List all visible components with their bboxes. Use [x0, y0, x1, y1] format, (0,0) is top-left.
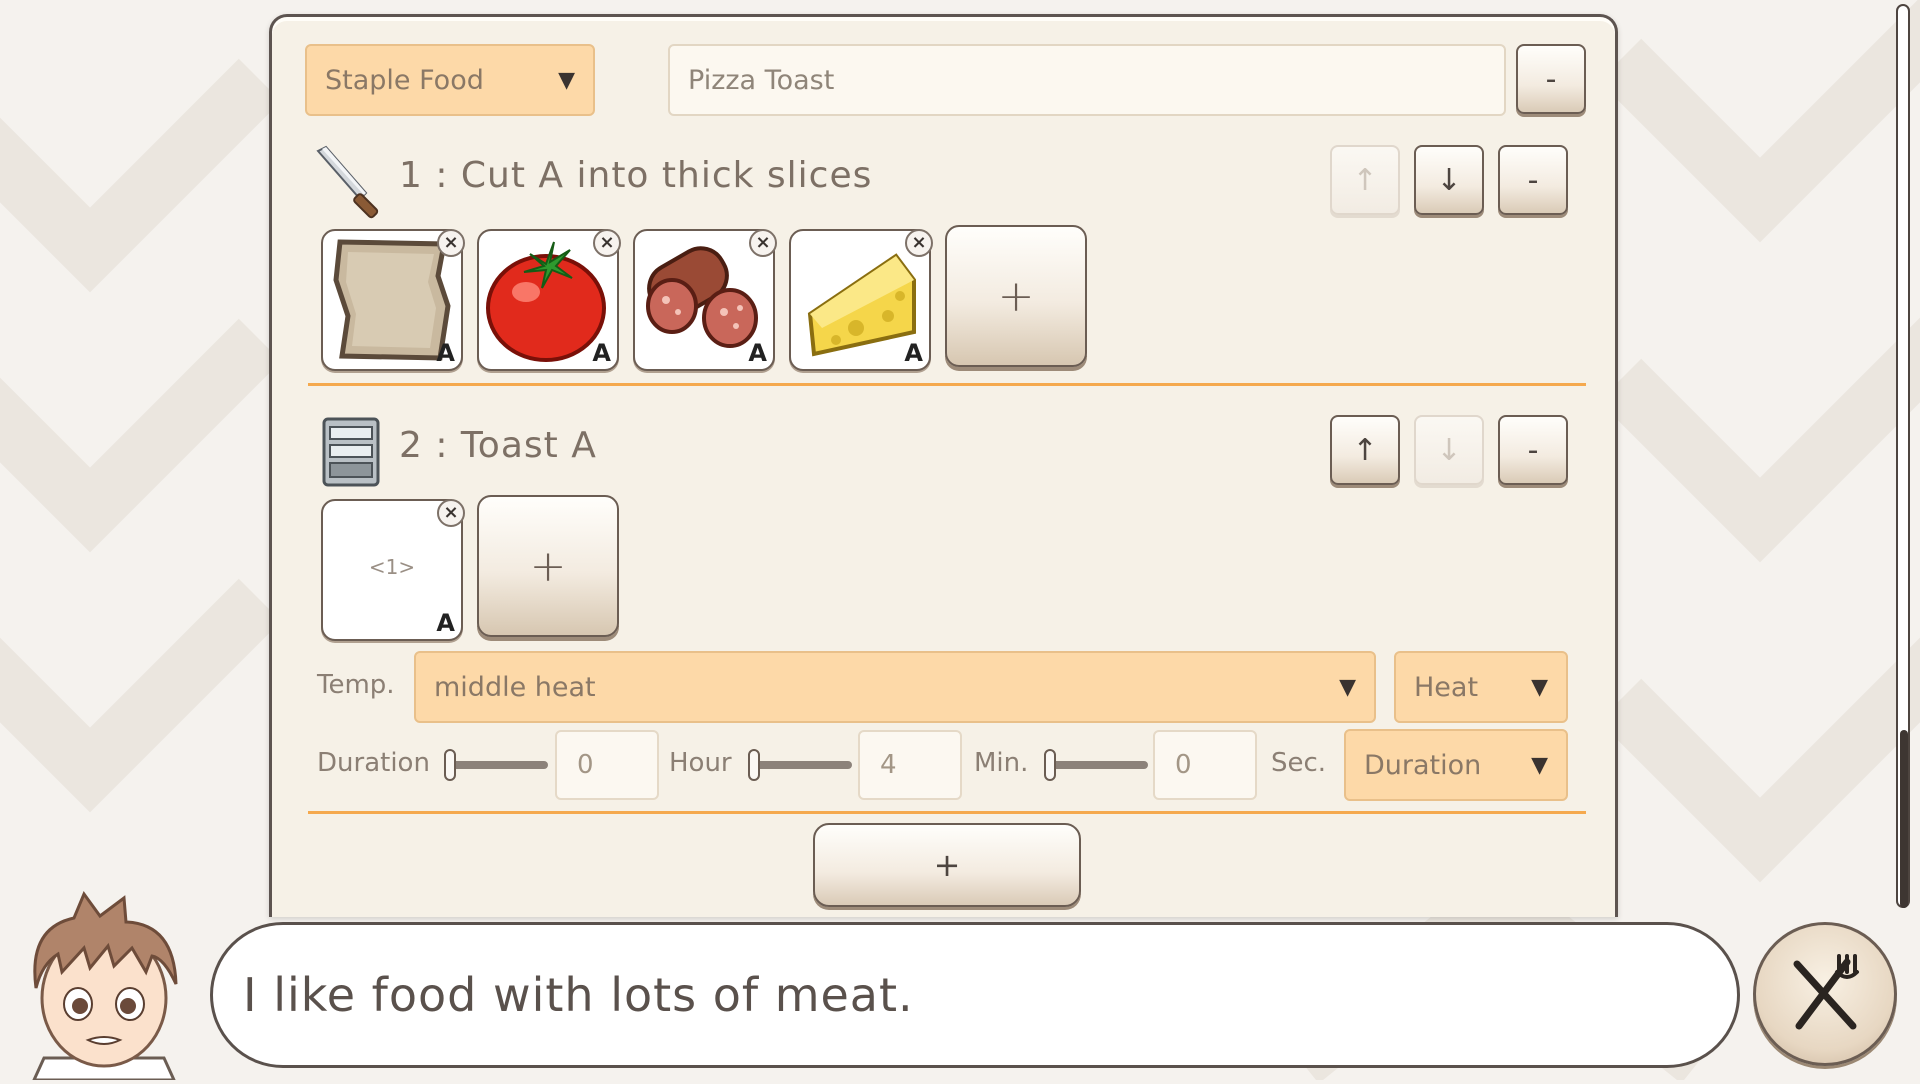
dialogue-text: I like food with lots of meat.: [243, 968, 914, 1022]
step-1-title: 1 : Cut A into thick slices: [399, 155, 873, 196]
heat-mode-dropdown[interactable]: Heat ▼: [1394, 651, 1568, 723]
remove-recipe-button[interactable]: -: [1516, 44, 1586, 114]
slider-thumb[interactable]: [444, 749, 456, 781]
category-value: Staple Food: [325, 64, 484, 96]
chevron-down-icon: ▼: [1531, 752, 1548, 778]
second-label: Sec.: [1271, 748, 1327, 778]
plus-icon: +: [529, 540, 567, 592]
hour-input[interactable]: 0: [555, 730, 659, 800]
hour-value: 0: [577, 750, 594, 780]
remove-ingredient-icon[interactable]: ×: [749, 229, 777, 257]
remove-recipe-label: -: [1545, 61, 1557, 97]
add-step-button[interactable]: +: [813, 823, 1081, 907]
recipe-name-input[interactable]: Pizza Toast: [668, 44, 1506, 116]
temp-label: Temp.: [317, 670, 395, 700]
duration-mode-dropdown[interactable]: Duration ▼: [1344, 729, 1568, 801]
slider-thumb[interactable]: [1044, 749, 1056, 781]
step-2-remove-button[interactable]: -: [1498, 415, 1568, 485]
minus-icon: -: [1527, 162, 1539, 198]
step-2-title: 2 : Toast A: [399, 425, 597, 466]
step-1-move-up-button[interactable]: ↑: [1330, 145, 1400, 215]
second-value: 0: [1175, 750, 1192, 780]
ingredient-tag: A: [592, 339, 611, 367]
temperature-value: middle heat: [434, 671, 596, 703]
category-dropdown[interactable]: Staple Food ▼: [305, 44, 595, 116]
dialogue-box[interactable]: I like food with lots of meat.: [210, 922, 1740, 1068]
ingredient-slot-bread[interactable]: × A: [321, 229, 465, 371]
remove-ingredient-icon[interactable]: ×: [905, 229, 933, 257]
remove-ingredient-icon[interactable]: ×: [437, 499, 465, 527]
step-1-remove-button[interactable]: -: [1498, 145, 1568, 215]
arrow-up-icon: ↑: [1352, 432, 1378, 468]
ingredient-tag: A: [436, 339, 455, 367]
hour-label: Hour: [669, 748, 732, 778]
toaster-oven-icon: [322, 417, 380, 487]
slider-track: [1050, 761, 1148, 769]
scrollbar-thumb[interactable]: [1900, 730, 1908, 908]
fork-knife-icon: [1793, 954, 1859, 1030]
step-reference-label: <1>: [368, 555, 416, 579]
step-2-move-down-button[interactable]: ↓: [1414, 415, 1484, 485]
duration-mode-value: Duration: [1364, 749, 1482, 781]
remove-ingredient-icon[interactable]: ×: [437, 229, 465, 257]
minute-slider[interactable]: [748, 745, 852, 785]
step-2-move-up-button[interactable]: ↑: [1330, 415, 1400, 485]
minus-icon: -: [1527, 432, 1539, 468]
knife-icon: [314, 145, 388, 219]
chevron-down-icon: ▼: [1339, 674, 1356, 700]
chevron-down-icon: ▼: [558, 67, 575, 93]
duration-label: Duration: [317, 748, 430, 778]
arrow-down-icon: ↓: [1436, 162, 1462, 198]
recipe-editor-panel: Staple Food ▼ Pizza Toast - 1 : Cut A in…: [269, 14, 1618, 917]
boy-avatar: [14, 888, 194, 1082]
ingredient-tag: A: [904, 339, 923, 367]
minute-label: Min.: [974, 748, 1029, 778]
second-input[interactable]: 0: [1153, 730, 1257, 800]
second-slider[interactable]: [1044, 745, 1148, 785]
temperature-dropdown[interactable]: middle heat ▼: [414, 651, 1376, 723]
step-divider: [308, 383, 1586, 386]
step-divider: [308, 811, 1586, 814]
slider-track: [754, 761, 852, 769]
hour-slider[interactable]: [444, 745, 548, 785]
add-ingredient-button[interactable]: +: [945, 225, 1087, 367]
plus-icon: +: [997, 270, 1035, 322]
arrow-up-icon: ↑: [1352, 162, 1378, 198]
heat-mode-value: Heat: [1414, 671, 1479, 703]
slider-track: [450, 761, 548, 769]
slider-thumb[interactable]: [748, 749, 760, 781]
remove-ingredient-icon[interactable]: ×: [593, 229, 621, 257]
minute-input[interactable]: 4: [858, 730, 962, 800]
ingredient-slot-salami[interactable]: × A: [633, 229, 777, 371]
ingredient-slot-cheese[interactable]: × A: [789, 229, 933, 371]
step-1-move-down-button[interactable]: ↓: [1414, 145, 1484, 215]
plus-icon: +: [933, 846, 961, 884]
recipe-name-value: Pizza Toast: [688, 64, 835, 96]
ingredient-tag: A: [748, 339, 767, 367]
add-ingredient-button[interactable]: +: [477, 495, 619, 637]
ingredient-tag: A: [436, 609, 455, 637]
chevron-down-icon: ▼: [1531, 674, 1548, 700]
ingredient-slot-step-ref[interactable]: <1> × A: [321, 499, 465, 641]
arrow-down-icon: ↓: [1436, 432, 1462, 468]
serve-button[interactable]: [1753, 922, 1897, 1066]
minute-value: 4: [880, 750, 897, 780]
ingredient-slot-tomato[interactable]: × A: [477, 229, 621, 371]
